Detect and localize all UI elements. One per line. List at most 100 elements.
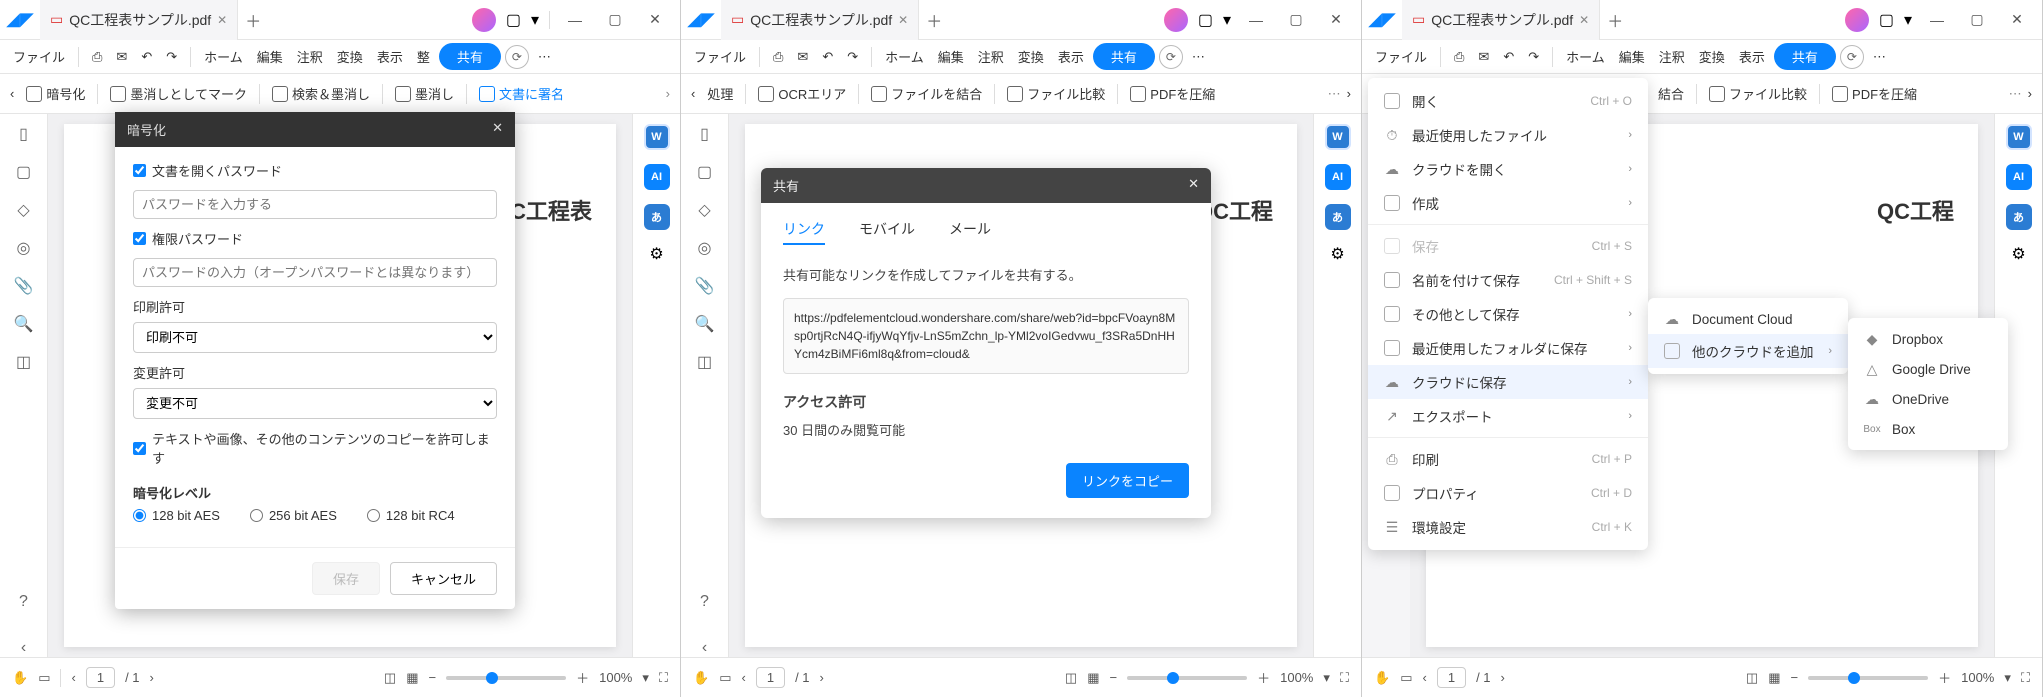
combine-button[interactable]: 結合 [1652, 84, 1690, 103]
attachments-icon[interactable]: 📎 [14, 276, 34, 296]
tab-mobile[interactable]: モバイル [859, 219, 915, 245]
compare-button[interactable]: ファイル比較 [1703, 84, 1813, 103]
zoom-dropdown-icon[interactable]: ▾ [2004, 670, 2011, 686]
undo-icon[interactable]: ↶ [817, 49, 838, 65]
minimize-button[interactable]: — [1922, 12, 1952, 28]
maximize-button[interactable]: ▢ [1281, 11, 1311, 28]
page-number[interactable]: 1 [1448, 670, 1455, 685]
fit-width-icon[interactable]: ◫ [1746, 670, 1758, 686]
perm-password-input[interactable] [133, 258, 497, 287]
feedback-icon[interactable]: ▢ [1198, 10, 1213, 30]
pages-icon[interactable]: ▯ [700, 124, 709, 144]
chevron-right-icon[interactable]: › [2028, 86, 2032, 101]
menu-edit[interactable]: 編集 [1614, 47, 1650, 66]
menu-create[interactable]: 作成› [1368, 186, 1648, 220]
undo-icon[interactable]: ↶ [136, 49, 157, 65]
menu-convert[interactable]: 変換 [1694, 47, 1730, 66]
print-perm-select[interactable]: 印刷不可 [133, 322, 497, 353]
sign-document-button[interactable]: 文書に署名 [473, 84, 570, 103]
cloud-sync-icon[interactable]: ⟳ [1840, 45, 1864, 69]
page-next-icon[interactable]: › [1501, 670, 1505, 685]
chevron-left-icon[interactable]: ‹ [691, 86, 695, 101]
zoom-out-icon[interactable]: − [429, 670, 437, 685]
stamp-icon[interactable]: ◎ [698, 238, 712, 258]
zoom-out-icon[interactable]: − [1791, 670, 1799, 685]
zoom-in-icon[interactable]: ＋ [576, 668, 589, 687]
fullscreen-icon[interactable]: ⛶ [1340, 670, 1349, 686]
menu-save-other[interactable]: その他として保存› [1368, 297, 1648, 331]
menu-save-as[interactable]: 名前を付けて保存Ctrl + Shift + S [1368, 263, 1648, 297]
cloud-sync-icon[interactable]: ⟳ [505, 45, 529, 69]
chevron-down-icon[interactable]: ▾ [531, 10, 539, 30]
print-icon[interactable]: ⎙ [768, 49, 788, 65]
enc-256aes-radio[interactable] [250, 509, 263, 522]
settings-icon[interactable]: ⚙ [1330, 244, 1344, 264]
open-password-checkbox[interactable] [133, 164, 146, 177]
tab-link[interactable]: リンク [783, 219, 825, 245]
more-tools-icon[interactable]: ⋯ [1328, 86, 1341, 102]
redact-mark-button[interactable]: 墨消しとしてマーク [104, 84, 253, 103]
ai-badge[interactable]: AI [1325, 164, 1351, 190]
select-tool-icon[interactable]: ▭ [38, 670, 50, 686]
chevron-right-icon[interactable]: › [1347, 86, 1351, 101]
menu-cloud-save[interactable]: ☁クラウドに保存› [1368, 365, 1648, 399]
zoom-slider[interactable] [1808, 676, 1928, 680]
chevron-right-icon[interactable]: › [666, 86, 670, 101]
menu-home[interactable]: ホーム [1561, 47, 1610, 66]
ai-badge[interactable]: AI [644, 164, 670, 190]
compress-button[interactable]: PDFを圧縮 [1826, 84, 1923, 103]
chevron-down-icon[interactable]: ▾ [1904, 10, 1912, 30]
close-window-button[interactable]: ✕ [640, 11, 670, 28]
zoom-in-icon[interactable]: ＋ [1938, 668, 1951, 687]
document-tab[interactable]: ▭ QC工程表サンプル.pdf ✕ [721, 0, 919, 40]
stamp-icon[interactable]: ◎ [17, 238, 31, 258]
menu-annotate[interactable]: 注釈 [1654, 47, 1690, 66]
fit-width-icon[interactable]: ◫ [384, 670, 396, 686]
process-button[interactable]: 処理 [701, 84, 739, 103]
zoom-slider[interactable] [446, 676, 566, 680]
compare-button[interactable]: ファイル比較 [1001, 84, 1111, 103]
add-tab-button[interactable]: ＋ [238, 8, 268, 32]
mail-icon[interactable]: ✉ [792, 49, 813, 65]
redo-icon[interactable]: ↷ [161, 49, 182, 65]
undo-icon[interactable]: ↶ [1498, 49, 1519, 65]
feedback-icon[interactable]: ▢ [506, 10, 521, 30]
menu-file[interactable]: ファイル [1370, 47, 1432, 66]
page-next-icon[interactable]: › [150, 670, 154, 685]
page-number[interactable]: 1 [97, 670, 104, 685]
help-icon[interactable]: ? [700, 593, 709, 611]
fullscreen-icon[interactable]: ⛶ [659, 670, 668, 686]
menu-convert[interactable]: 変換 [1013, 47, 1049, 66]
menu-recent-folder[interactable]: 最近使用したフォルダに保存› [1368, 331, 1648, 365]
page-prev-icon[interactable]: ‹ [1422, 670, 1426, 685]
hand-tool-icon[interactable]: ✋ [12, 670, 28, 686]
properties-icon[interactable]: ◫ [16, 352, 31, 372]
ocr-area-button[interactable]: OCRエリア [752, 84, 852, 103]
more-icon[interactable]: ⋯ [1187, 49, 1210, 65]
collapse-icon[interactable]: ‹ [21, 639, 26, 657]
menu-arrange[interactable]: 整 [412, 47, 435, 66]
select-tool-icon[interactable]: ▭ [1400, 670, 1412, 686]
search-redact-button[interactable]: 検索＆墨消し [266, 84, 376, 103]
copy-allow-checkbox[interactable] [133, 442, 146, 455]
menu-home[interactable]: ホーム [880, 47, 929, 66]
hand-tool-icon[interactable]: ✋ [1374, 670, 1390, 686]
help-icon[interactable]: ? [19, 593, 28, 611]
menu-file[interactable]: ファイル [8, 47, 70, 66]
print-icon[interactable]: ⎙ [1449, 49, 1469, 65]
menu-display[interactable]: 表示 [372, 47, 408, 66]
zoom-dropdown-icon[interactable]: ▾ [1323, 670, 1330, 686]
add-tab-button[interactable]: ＋ [1600, 8, 1630, 32]
feedback-icon[interactable]: ▢ [1879, 10, 1894, 30]
dialog-close-icon[interactable]: ✕ [492, 120, 503, 139]
menu-box[interactable]: BoxBox [1848, 414, 2008, 444]
menu-cloud-open[interactable]: ☁クラウドを開く› [1368, 152, 1648, 186]
share-url-box[interactable]: https://pdfelementcloud.wondershare.com/… [783, 298, 1189, 374]
share-button[interactable]: 共有 [1774, 43, 1836, 70]
avatar[interactable] [1164, 8, 1188, 32]
properties-icon[interactable]: ◫ [697, 352, 712, 372]
settings-icon[interactable]: ⚙ [649, 244, 663, 264]
menu-home[interactable]: ホーム [199, 47, 248, 66]
minimize-button[interactable]: — [1241, 12, 1271, 28]
collapse-icon[interactable]: ‹ [702, 639, 707, 657]
